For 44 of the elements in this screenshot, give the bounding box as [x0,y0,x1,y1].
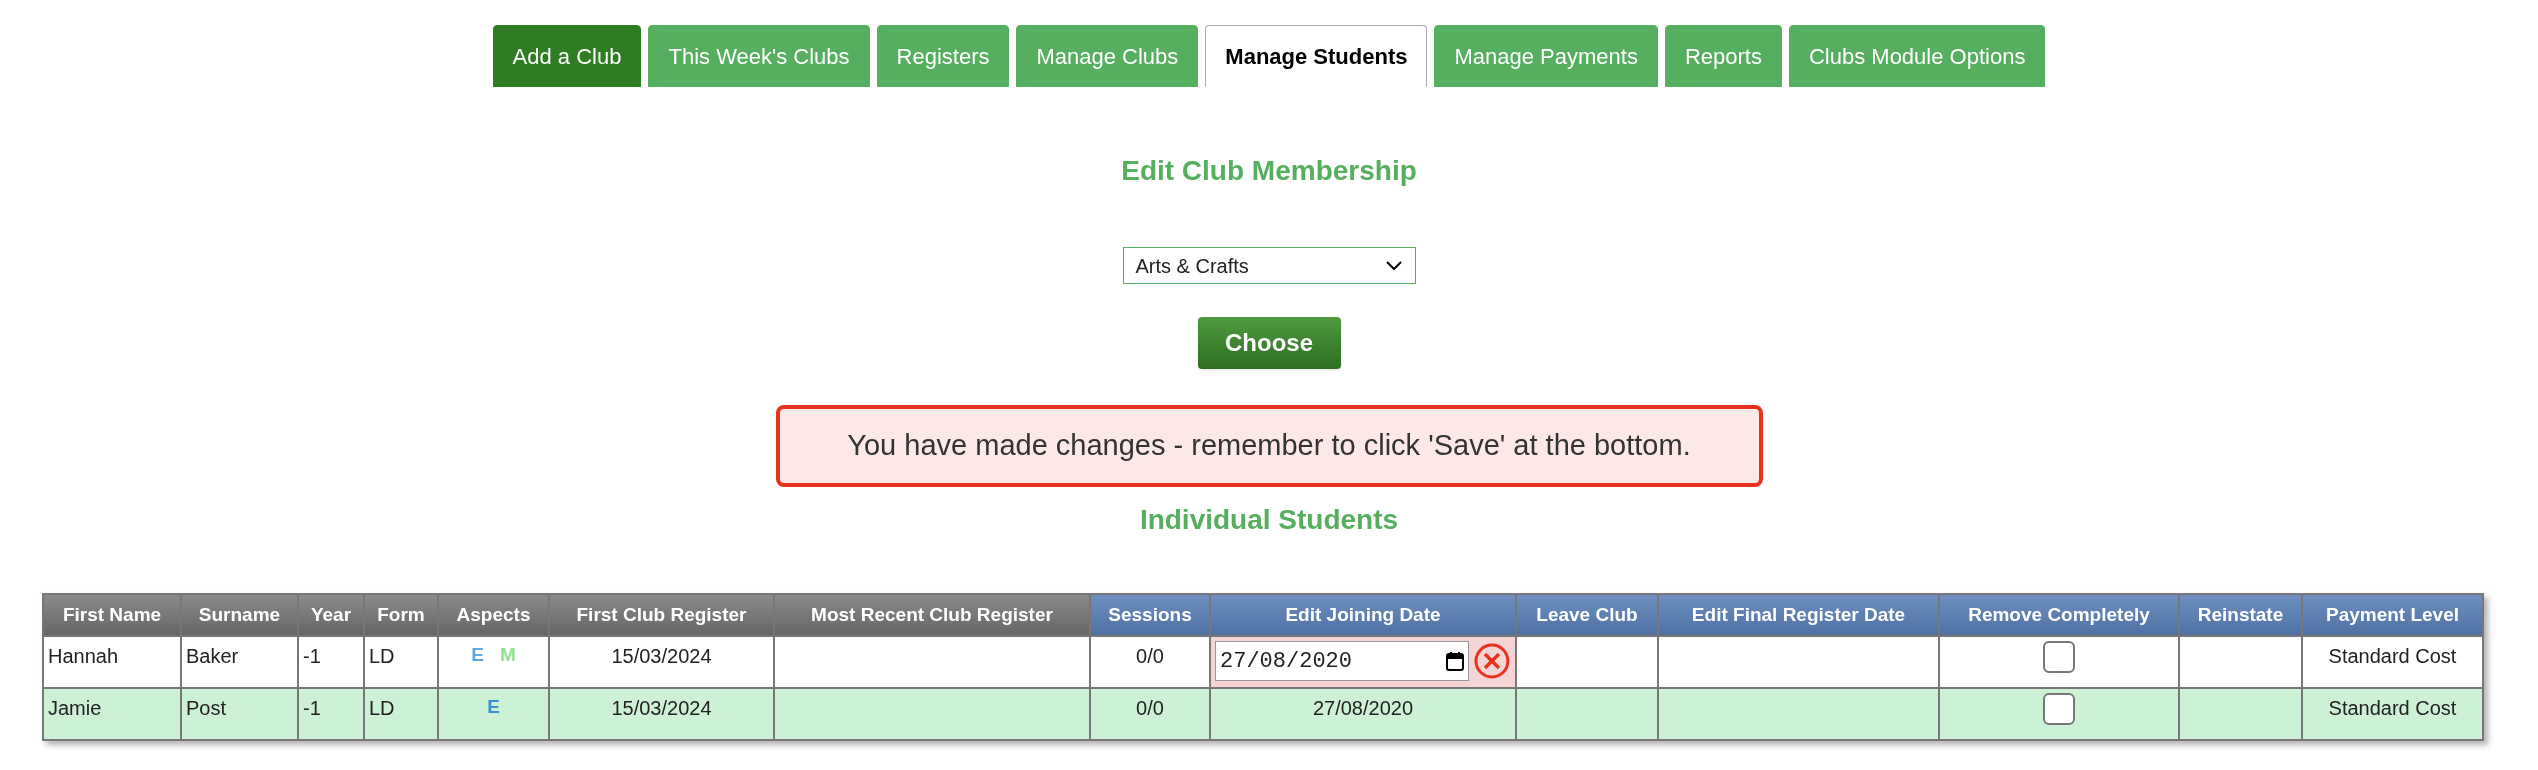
calendar-icon [1446,651,1465,671]
column-header: Most Recent Club Register [774,594,1090,636]
table-cell: 0/0 [1090,688,1210,740]
choose-button[interactable]: Choose [1197,317,1341,369]
table-cell: Standard Cost [2302,688,2483,740]
column-header: Payment Level [2302,594,2483,636]
table-cell: Post [181,688,298,740]
column-header: Reinstate [2179,594,2302,636]
aspect-letter: E [471,643,484,667]
unsaved-changes-alert: You have made changes - remember to click 'Save' at the bottom. [775,405,1763,487]
table-cell: LD [364,688,438,740]
checkbox[interactable] [2043,693,2075,725]
nav-tab[interactable]: Manage Clubs [1016,25,1199,87]
column-header: Leave Club [1516,594,1658,636]
column-header: Edit Final Register Date [1658,594,1939,636]
column-header: Remove Completely [1939,594,2179,636]
chevron-down-icon [1384,259,1403,272]
table-cell: 27/08/2020 [1210,688,1516,740]
column-header: First Club Register [549,594,774,636]
column-header: Aspects [438,594,549,636]
close-icon[interactable] [1473,642,1511,680]
column-header: Year [298,594,364,636]
nav-tab[interactable]: Registers [876,25,1010,87]
column-header: First Name [43,594,181,636]
column-header: Surname [181,594,298,636]
nav-tab[interactable]: Add a Club [492,25,642,87]
nav-tab[interactable]: Manage Payments [1434,25,1658,87]
aspect-letter: E [487,695,500,719]
table-cell: 15/03/2024 [549,688,774,740]
nav-tab[interactable]: Clubs Module Options [1788,25,2046,87]
nav-tab[interactable]: Manage Students [1205,25,1428,87]
section-heading: Individual Students [1139,503,1399,537]
nav-tab[interactable]: This Week's Clubs [648,25,870,87]
column-header: Form [364,594,438,636]
table-cell: Jamie [43,688,181,740]
section-heading: Edit Club Membership [1121,154,1417,188]
club-select[interactable]: Arts & Crafts [1122,247,1416,284]
date-input[interactable]: 27/08/2020 [1215,641,1470,681]
column-header: Sessions [1090,594,1210,636]
table-cell: -1 [298,688,364,740]
checkbox[interactable] [2043,641,2075,673]
aspect-letter: M [499,643,516,667]
column-header: Edit Joining Date [1210,594,1516,636]
nav-tab[interactable]: Reports [1664,25,1782,87]
